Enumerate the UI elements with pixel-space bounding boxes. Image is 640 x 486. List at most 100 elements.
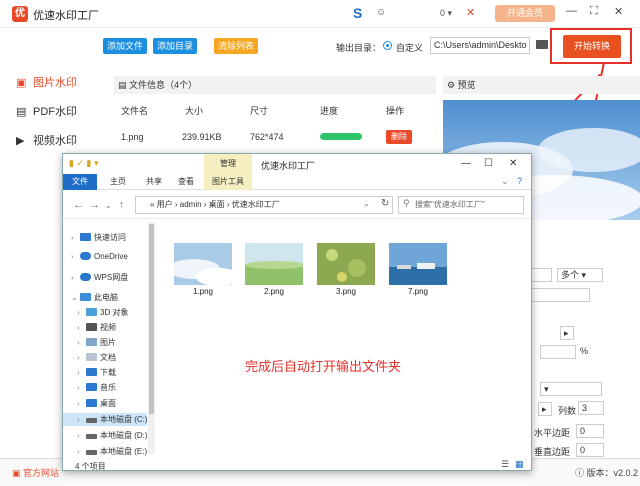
up-icon[interactable]: ↑: [119, 199, 125, 211]
pin-icon[interactable]: ✕: [466, 6, 475, 19]
nav-item-drive-e[interactable]: › 本地磁盘 (E:): [77, 446, 147, 457]
cloud-icon: [80, 273, 91, 281]
version-label: ⓘ 版本：v2.0.2: [575, 468, 639, 478]
video-icon: ▶: [16, 135, 25, 147]
recent-dropdown-icon[interactable]: ⌄: [105, 201, 112, 210]
large-icons-view-icon[interactable]: ▦: [515, 459, 524, 470]
music-icon: [86, 383, 97, 391]
search-input[interactable]: 搜索"优速水印工厂": [398, 196, 524, 214]
details-view-icon[interactable]: ☰: [501, 459, 509, 470]
nav-item-music[interactable]: › 音乐: [77, 382, 116, 393]
nav-item-documents[interactable]: › 文档: [77, 352, 116, 363]
explorer-maximize-icon[interactable]: ☐: [484, 158, 493, 169]
column-header: 操作: [386, 106, 405, 116]
maximize-icon[interactable]: ⛶: [590, 5, 598, 18]
opacity-input[interactable]: [540, 345, 576, 359]
image-icon: ▣: [16, 77, 27, 89]
file-info-icon: ▤: [118, 80, 130, 90]
tab-share[interactable]: 共享: [137, 174, 171, 190]
column-header: 尺寸: [250, 106, 269, 116]
add-directory-button[interactable]: 添加目录: [153, 38, 198, 54]
address-bar[interactable]: « 用户 › admin › 桌面 › 优速水印工厂: [135, 196, 393, 214]
brand-s-icon: S: [353, 5, 363, 21]
column-header: 文件名: [121, 106, 149, 116]
ribbon-expand-icon[interactable]: ⌄: [501, 176, 509, 187]
tab-picture-tools[interactable]: 图片工具: [204, 174, 252, 190]
help-icon[interactable]: ?: [517, 176, 522, 186]
folder-icon[interactable]: [536, 40, 548, 49]
tab-file[interactable]: 文件: [63, 174, 97, 190]
nav-scroll-thumb[interactable]: [149, 224, 154, 414]
nav-item-downloads[interactable]: › 下载: [77, 367, 116, 378]
nav-item-wps[interactable]: › WPS网盘: [71, 272, 128, 283]
nav-item-drive-d[interactable]: › 本地磁盘 (D:): [77, 430, 148, 441]
explorer-minimize-icon[interactable]: —: [461, 158, 471, 169]
manage-tab[interactable]: 管理: [204, 154, 252, 174]
preview-header: ⚙ 预览: [443, 76, 640, 94]
nav-item-3d[interactable]: › 3D 对象: [77, 307, 128, 318]
vmargin-input[interactable]: 0: [576, 443, 604, 457]
nav-item-pictures[interactable]: › 图片: [77, 337, 116, 348]
nav-item-drive-c[interactable]: › 本地磁盘 (C:): [77, 414, 148, 425]
explorer-close-icon[interactable]: ✕: [509, 158, 517, 169]
count-select[interactable]: 多个 ▾: [557, 268, 603, 282]
file-explorer-window: ▮ ✓ ▮ ▾ 管理 优速水印工厂 — ☐ ✕ 文件 主页 共享 查看 图片工具…: [62, 153, 532, 471]
film-icon: [86, 323, 97, 331]
file-name[interactable]: 7.png: [389, 287, 447, 296]
file-name[interactable]: 2.png: [245, 287, 303, 296]
nav-item-this-pc[interactable]: ⌄ 此电脑: [71, 292, 118, 303]
tab-view[interactable]: 查看: [169, 174, 203, 190]
vip-button[interactable]: 开通会员: [495, 5, 555, 22]
custom-radio-label: 自定义: [396, 43, 424, 53]
refresh-icon[interactable]: ↻: [381, 198, 389, 209]
sidebar-item-pdf-watermark[interactable]: ▤ PDF水印: [16, 103, 77, 119]
drive-icon: [86, 450, 97, 455]
vmargin-label: 垂直边距: [534, 447, 571, 457]
column-header: 大小: [185, 106, 204, 116]
file-dims-cell: 762*474: [250, 132, 284, 142]
forward-icon[interactable]: →: [89, 199, 100, 211]
sidebar-item-image-watermark[interactable]: ▣ 图片水印: [16, 74, 77, 90]
cols-input[interactable]: 3: [578, 401, 604, 415]
file-info-header: ▤ 文件信息（4个）: [114, 76, 436, 94]
stepper-button[interactable]: ▸: [538, 402, 552, 416]
file-name[interactable]: 3.png: [317, 287, 375, 296]
nav-item-onedrive[interactable]: › OneDrive: [71, 252, 128, 261]
minimize-icon[interactable]: —: [566, 5, 577, 17]
tab-home[interactable]: 主页: [101, 174, 135, 190]
stepper-button[interactable]: ▸: [560, 326, 574, 340]
close-icon[interactable]: ✕: [614, 5, 623, 18]
file-thumbnail[interactable]: [389, 243, 447, 285]
official-site-link[interactable]: ▣ 官方网站: [12, 466, 59, 479]
file-thumbnail[interactable]: [174, 243, 232, 285]
nav-item-quick-access[interactable]: › 快速访问: [71, 232, 126, 243]
nav-item-videos[interactable]: › 视频: [77, 322, 116, 333]
file-thumbnail[interactable]: [245, 243, 303, 285]
clear-list-button[interactable]: 清除列表: [214, 38, 259, 54]
computer-icon: [80, 293, 91, 301]
add-file-button[interactable]: 添加文件: [103, 38, 148, 54]
output-path-input[interactable]: C:\Users\admin\Deskto: [430, 37, 530, 54]
back-icon[interactable]: ←: [73, 199, 84, 211]
hmargin-input[interactable]: 0: [576, 424, 604, 438]
user-icon[interactable]: ☺: [376, 7, 386, 18]
annotation-text: 完成后自动打开输出文件夹: [245, 359, 402, 374]
file-name-cell: 1.png: [121, 132, 144, 142]
custom-radio[interactable]: [383, 41, 392, 50]
sidebar-item-video-watermark[interactable]: ▶ 视频水印: [16, 132, 77, 148]
quick-access-toolbar-icon[interactable]: ▮ ✓ ▮ ▾: [69, 158, 98, 169]
search-icon: ⚲: [403, 198, 410, 208]
address-dropdown-icon[interactable]: ⌄: [363, 199, 370, 208]
nav-item-desktop[interactable]: › 桌面: [77, 398, 116, 409]
item-count: 4 个项目: [75, 462, 106, 471]
delete-button[interactable]: 删除: [386, 130, 412, 144]
position-select[interactable]: ▾: [540, 382, 602, 396]
desktop-icon: [86, 399, 97, 407]
file-size-cell: 239.91KB: [182, 132, 222, 142]
app-logo-icon: 优: [12, 6, 28, 22]
file-name[interactable]: 1.png: [174, 287, 232, 296]
cube-icon: [86, 308, 97, 316]
file-thumbnail[interactable]: [317, 243, 375, 285]
message-count[interactable]: 0 ▾: [440, 8, 452, 19]
picture-icon: [86, 338, 97, 346]
